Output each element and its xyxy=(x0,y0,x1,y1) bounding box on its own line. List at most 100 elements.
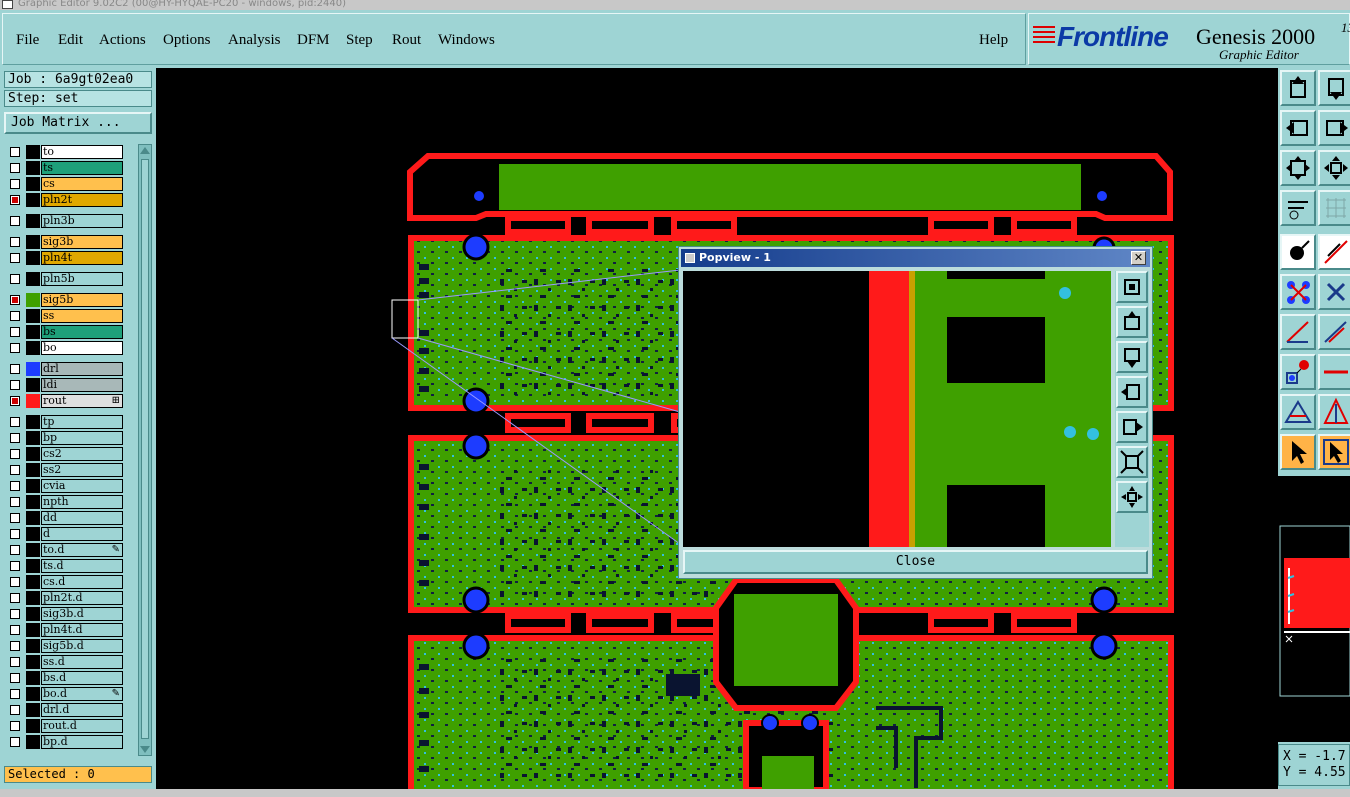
popview-pan-up-tool[interactable] xyxy=(1116,306,1148,338)
layer-row-to-d[interactable]: to.d ✎ xyxy=(4,542,134,558)
layer-color-swatch[interactable] xyxy=(26,575,40,589)
popview-titlebar[interactable]: Popview - 1 ✕ xyxy=(681,249,1150,267)
select-tool[interactable] xyxy=(1280,434,1316,470)
layer-name[interactable]: bo xyxy=(41,341,123,355)
layer-row-bp[interactable]: bp xyxy=(4,430,134,446)
layer-checkbox[interactable] xyxy=(10,625,20,635)
layer-name[interactable]: pln4t.d xyxy=(41,623,123,637)
layer-name[interactable]: cs2 xyxy=(41,447,123,461)
layer-row-pln4t-d[interactable]: pln4t.d xyxy=(4,622,134,638)
snap-tool[interactable] xyxy=(1280,234,1316,270)
overview-map[interactable] xyxy=(1278,476,1350,742)
layer-color-swatch[interactable] xyxy=(26,235,40,249)
layer-row-pln2t[interactable]: pln2t xyxy=(4,192,134,208)
dash-tool[interactable] xyxy=(1318,354,1350,390)
pan-down-tool[interactable] xyxy=(1318,70,1350,106)
pan-right-tool[interactable] xyxy=(1318,110,1350,146)
layer-color-swatch[interactable] xyxy=(26,362,40,376)
layer-name[interactable]: tp xyxy=(41,415,123,429)
layer-name[interactable]: bp xyxy=(41,431,123,445)
scroll-down-icon[interactable] xyxy=(140,746,150,753)
layer-name[interactable]: drl.d xyxy=(41,703,123,717)
menu-dfm[interactable]: DFM xyxy=(297,32,330,49)
layer-color-swatch[interactable] xyxy=(26,341,40,355)
layer-name[interactable]: sig5b xyxy=(41,293,123,307)
layer-name[interactable]: ss xyxy=(41,309,123,323)
layer-checkbox[interactable] xyxy=(10,449,20,459)
layer-row-ss-d[interactable]: ss.d xyxy=(4,654,134,670)
menu-windows[interactable]: Windows xyxy=(438,32,495,49)
layer-name[interactable]: sig5b.d xyxy=(41,639,123,653)
layer-checkbox[interactable] xyxy=(10,380,20,390)
layer-color-swatch[interactable] xyxy=(26,394,40,408)
layer-checkbox[interactable] xyxy=(10,737,20,747)
layer-color-swatch[interactable] xyxy=(26,272,40,286)
job-matrix-button[interactable]: Job Matrix ... xyxy=(4,112,152,134)
layer-checkbox[interactable] xyxy=(10,327,20,337)
layer-row-ldi[interactable]: ldi xyxy=(4,377,134,393)
layer-color-swatch[interactable] xyxy=(26,511,40,525)
peak-tool[interactable] xyxy=(1318,394,1350,430)
layer-checkbox[interactable] xyxy=(10,253,20,263)
layer-checkbox[interactable] xyxy=(10,481,20,491)
popview-canvas[interactable] xyxy=(683,271,1111,547)
layer-color-swatch[interactable] xyxy=(26,495,40,509)
cross-tool[interactable] xyxy=(1318,274,1350,310)
menu-rout[interactable]: Rout xyxy=(392,32,421,49)
layer-checkbox[interactable] xyxy=(10,295,20,305)
layer-row-rout[interactable]: rout ⊞ xyxy=(4,393,134,409)
scroll-thumb[interactable] xyxy=(141,159,149,739)
triangle-tool[interactable] xyxy=(1280,394,1316,430)
layer-name[interactable]: to.d ✎ xyxy=(41,543,123,557)
layer-checkbox[interactable] xyxy=(10,237,20,247)
layer-color-swatch[interactable] xyxy=(26,527,40,541)
layer-row-pln5b[interactable]: pln5b xyxy=(4,271,134,287)
layer-row-pln3b[interactable]: pln3b xyxy=(4,213,134,229)
layer-checkbox[interactable] xyxy=(10,465,20,475)
menu-analysis[interactable]: Analysis xyxy=(228,32,281,49)
popview-zoom-window-tool[interactable] xyxy=(1116,271,1148,303)
layer-row-d[interactable]: d xyxy=(4,526,134,542)
popview-zoom-home-tool[interactable] xyxy=(1116,481,1148,513)
layer-checkbox[interactable] xyxy=(10,561,20,571)
layer-checkbox[interactable] xyxy=(10,673,20,683)
line-tool[interactable] xyxy=(1318,234,1350,270)
menu-file[interactable]: File xyxy=(16,32,39,49)
layer-name[interactable]: cs.d xyxy=(41,575,123,589)
angle-tool[interactable] xyxy=(1280,314,1316,350)
layer-color-swatch[interactable] xyxy=(26,607,40,621)
pan-left-tool[interactable] xyxy=(1280,110,1316,146)
layer-name[interactable]: drl xyxy=(41,362,123,376)
layer-name[interactable]: ldi xyxy=(41,378,123,392)
layer-name[interactable]: bs.d xyxy=(41,671,123,685)
layer-row-drl-d[interactable]: drl.d xyxy=(4,702,134,718)
layer-color-swatch[interactable] xyxy=(26,447,40,461)
layer-color-swatch[interactable] xyxy=(26,293,40,307)
layer-color-swatch[interactable] xyxy=(26,431,40,445)
pan-up-tool[interactable] xyxy=(1280,70,1316,106)
layer-checkbox[interactable] xyxy=(10,396,20,406)
layer-checkbox[interactable] xyxy=(10,147,20,157)
layer-color-swatch[interactable] xyxy=(26,591,40,605)
layer-row-pln2t-d[interactable]: pln2t.d xyxy=(4,590,134,606)
layer-row-cs2[interactable]: cs2 xyxy=(4,446,134,462)
layer-color-swatch[interactable] xyxy=(26,735,40,749)
layer-row-ts-d[interactable]: ts.d xyxy=(4,558,134,574)
layer-checkbox[interactable] xyxy=(10,513,20,523)
menu-actions[interactable]: Actions xyxy=(99,32,146,49)
layer-name[interactable]: pln2t xyxy=(41,193,123,207)
grid-tool[interactable] xyxy=(1318,190,1350,226)
layer-row-bo-d[interactable]: bo.d ✎ xyxy=(4,686,134,702)
layer-name[interactable]: pln2t.d xyxy=(41,591,123,605)
layer-row-to[interactable]: to xyxy=(4,144,134,160)
layer-name[interactable]: cvia xyxy=(41,479,123,493)
layer-checkbox[interactable] xyxy=(10,705,20,715)
layer-color-swatch[interactable] xyxy=(26,193,40,207)
layer-checkbox[interactable] xyxy=(10,343,20,353)
layer-row-bo[interactable]: bo xyxy=(4,340,134,356)
layer-row-tp[interactable]: tp xyxy=(4,414,134,430)
layer-row-sig3b-d[interactable]: sig3b.d xyxy=(4,606,134,622)
layer-color-swatch[interactable] xyxy=(26,655,40,669)
layer-color-swatch[interactable] xyxy=(26,623,40,637)
layer-color-swatch[interactable] xyxy=(26,671,40,685)
